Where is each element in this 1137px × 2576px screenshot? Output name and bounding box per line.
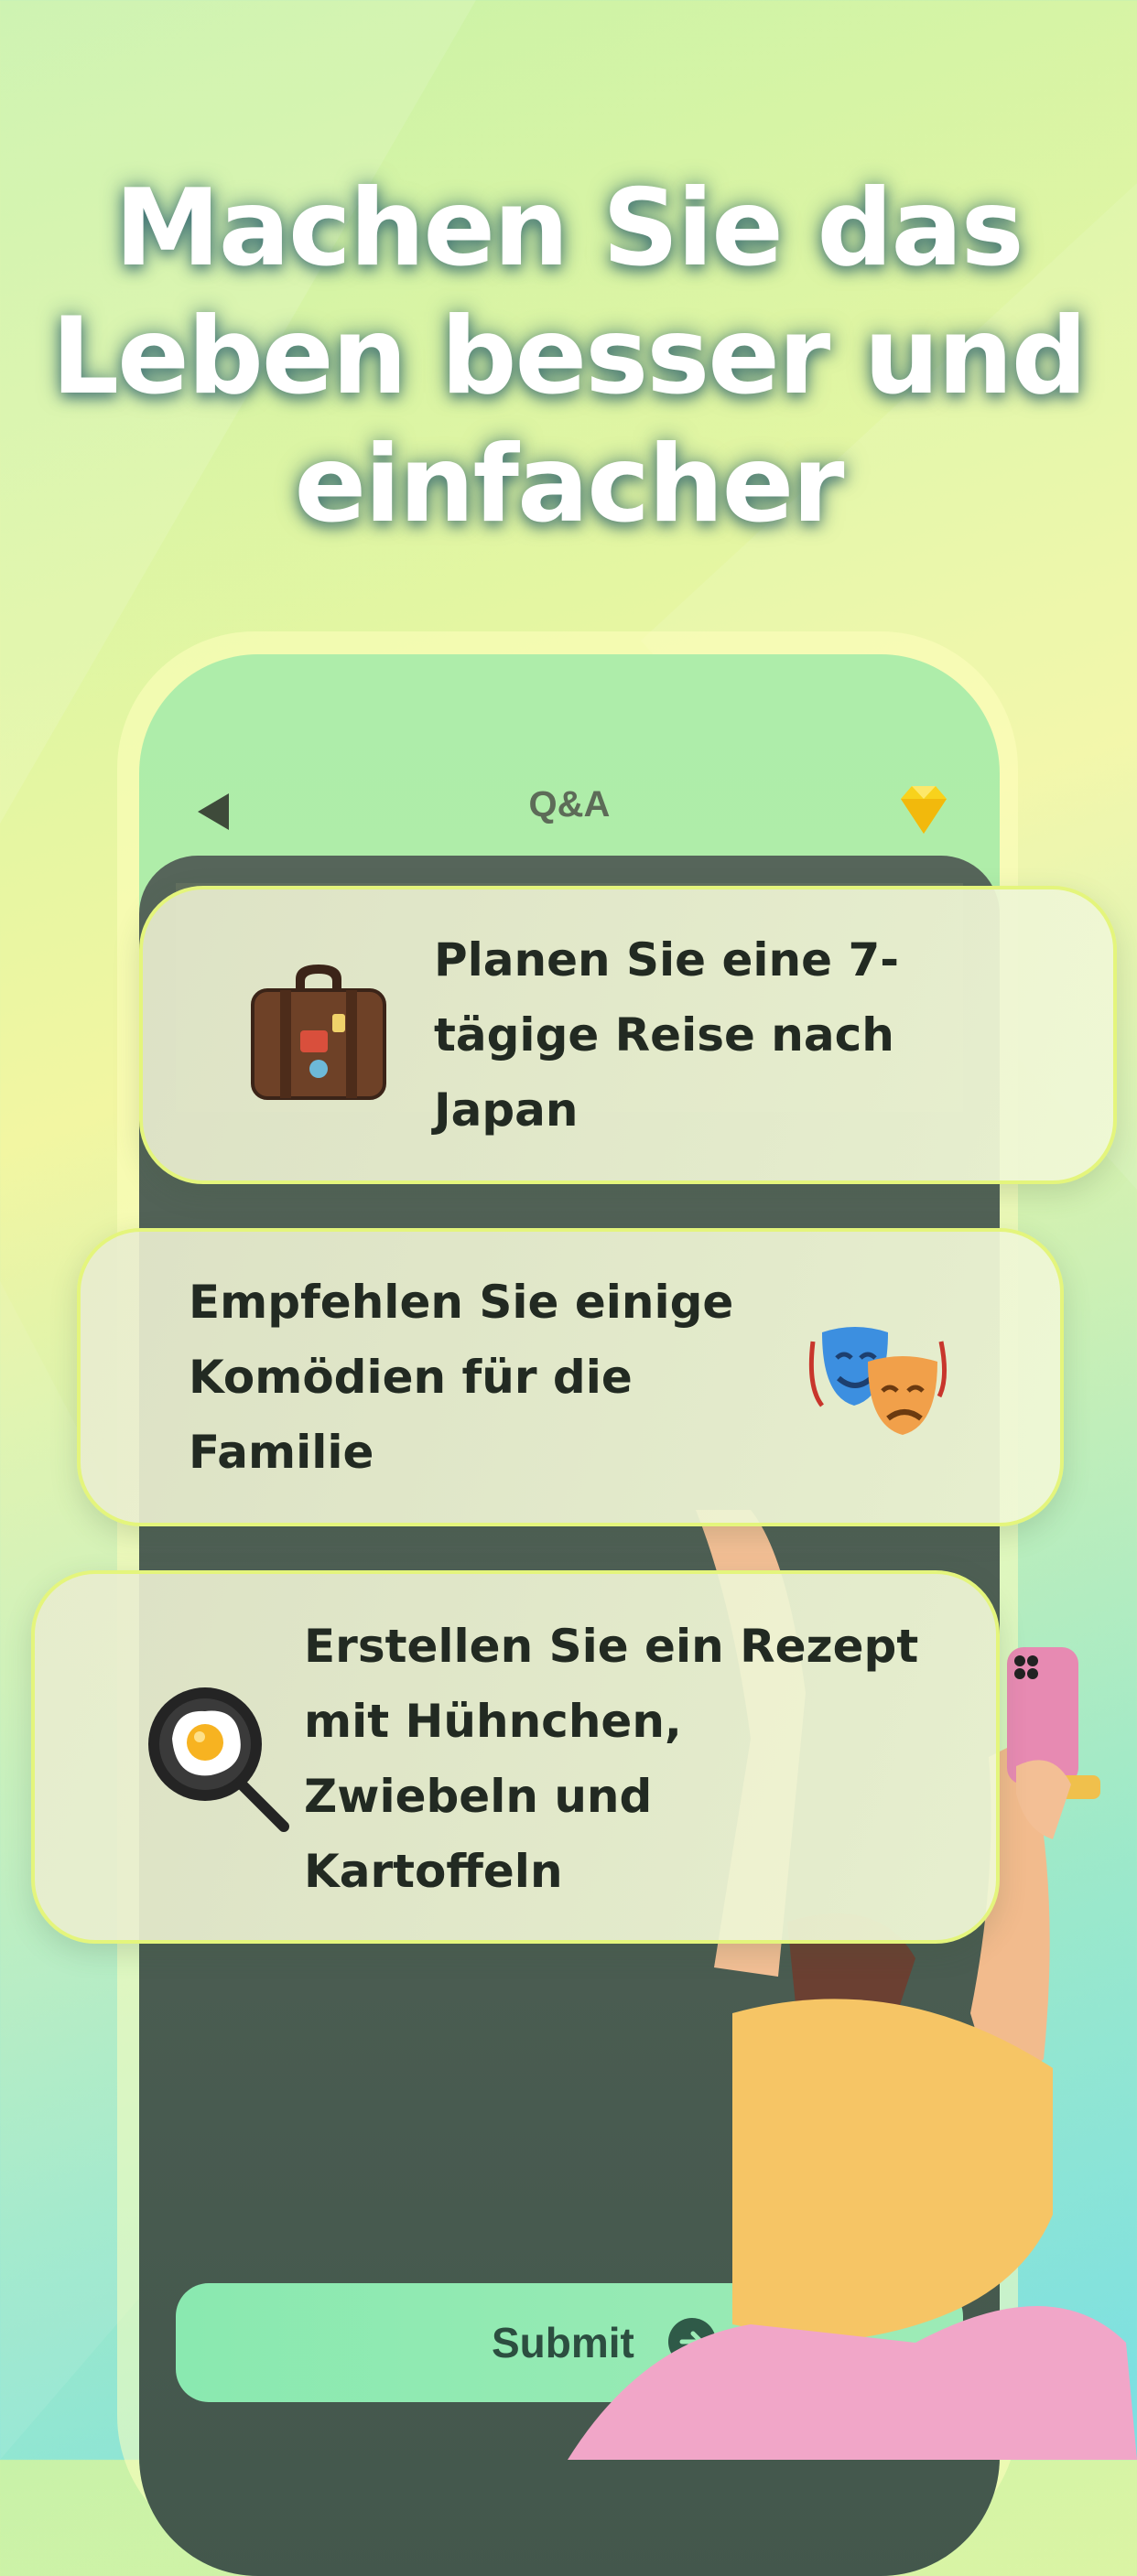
prompt-line: Komödien für die bbox=[189, 1351, 633, 1404]
headline-line-1: Machen Sie das bbox=[114, 167, 1023, 290]
prompt-line: mit Hühnchen, bbox=[304, 1695, 682, 1748]
headline-line-2: Leben besser und bbox=[51, 295, 1088, 418]
theater-masks-icon bbox=[808, 1327, 947, 1435]
prompt-text: Planen Sie eine 7- tägige Reise nach Jap… bbox=[434, 922, 899, 1148]
app-header: Q&A bbox=[139, 764, 1000, 856]
prompt-line: Empfehlen Sie einige bbox=[189, 1276, 734, 1329]
prompt-line: Kartoffeln bbox=[304, 1845, 563, 1898]
prompt-card[interactable]: Planen Sie eine 7- tägige Reise nach Jap… bbox=[139, 886, 1117, 1184]
prompt-text: Erstellen Sie ein Rezept mit Hühnchen, Z… bbox=[304, 1609, 918, 1909]
arrow-right-circle-icon bbox=[668, 2318, 716, 2366]
page-title: Q&A bbox=[528, 784, 611, 825]
prompt-card[interactable]: Erstellen Sie ein Rezept mit Hühnchen, Z… bbox=[31, 1570, 1000, 1944]
submit-label: Submit bbox=[492, 2319, 634, 2366]
prompt-text: Empfehlen Sie einige Komödien für die Fa… bbox=[189, 1265, 733, 1490]
headline-line-3: einfacher bbox=[294, 423, 845, 546]
prompt-line: Zwiebeln und bbox=[304, 1770, 653, 1823]
prompt-card[interactable]: Empfehlen Sie einige Komödien für die Fa… bbox=[77, 1228, 1064, 1526]
suitcase-icon bbox=[251, 965, 386, 1100]
diamond-icon[interactable] bbox=[893, 782, 954, 837]
prompt-line: Japan bbox=[434, 1083, 579, 1137]
submit-button[interactable]: Submit bbox=[176, 2283, 963, 2402]
fried-egg-pan-icon bbox=[148, 1687, 289, 1832]
prompt-line: Erstellen Sie ein Rezept bbox=[304, 1620, 919, 1673]
prompt-line: Familie bbox=[189, 1426, 374, 1479]
prompt-line: Planen Sie eine 7- bbox=[434, 933, 900, 986]
headline: Machen Sie das Leben besser und einfache… bbox=[0, 165, 1137, 549]
prompt-line: tägige Reise nach bbox=[434, 1008, 894, 1062]
